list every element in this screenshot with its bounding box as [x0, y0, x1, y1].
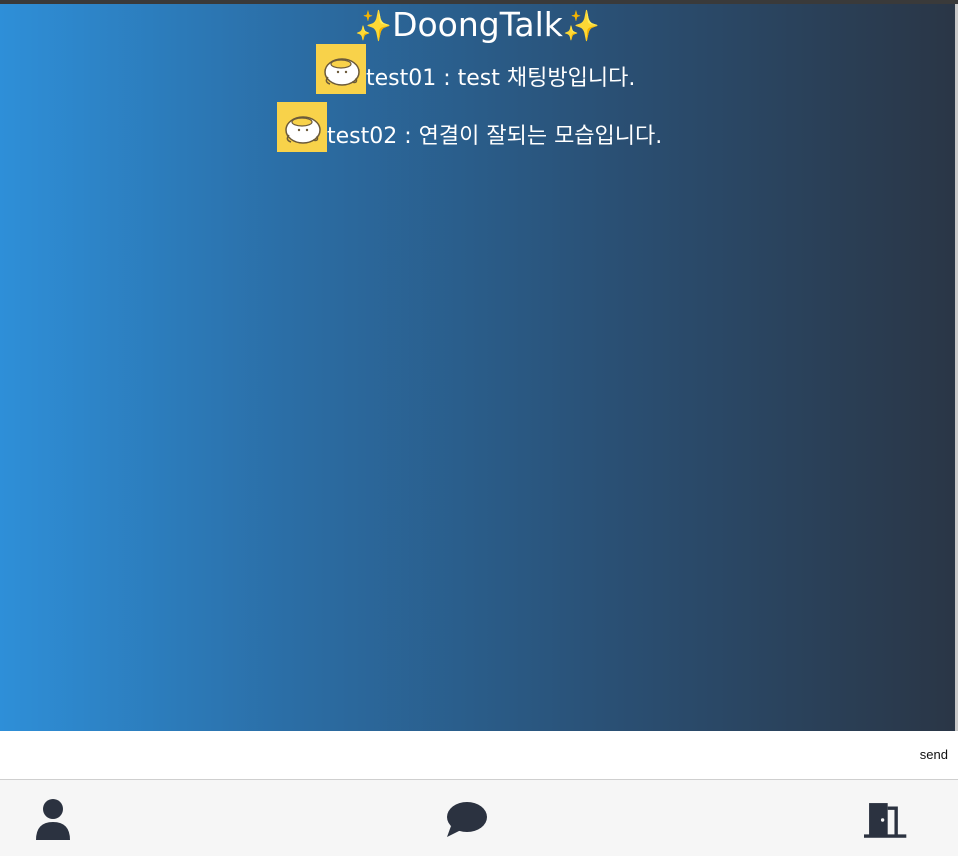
profile-nav-button[interactable] [31, 798, 75, 842]
character-avatar-icon [285, 116, 321, 144]
character-avatar-icon [324, 58, 360, 86]
message-input[interactable] [0, 731, 900, 779]
composer: send [0, 731, 958, 780]
chat-area: ✨DoongTalk✨ test01 : test 채팅방입니다. test02… [0, 4, 955, 731]
sparkle-icon: ✨ [562, 9, 601, 44]
chat-nav-button[interactable] [445, 798, 489, 842]
avatar [277, 102, 327, 152]
user-icon [36, 799, 70, 840]
app-window: ✨DoongTalk✨ test01 : test 채팅방입니다. test02… [0, 0, 958, 856]
bottom-nav [0, 780, 958, 856]
page-title: ✨DoongTalk✨ [0, 6, 955, 46]
chat-message: test02 : 연결이 잘되는 모습입니다. [277, 102, 662, 152]
door-exit-icon [864, 803, 907, 838]
exit-nav-button[interactable] [864, 798, 908, 842]
chat-bubble-icon [447, 802, 487, 837]
message-text: test02 : 연결이 잘되는 모습입니다. [327, 124, 663, 149]
app-title: DoongTalk [392, 5, 563, 44]
message-text: test01 : test 채팅방입니다. [366, 66, 636, 91]
sparkle-icon: ✨ [354, 9, 393, 44]
chat-message: test01 : test 채팅방입니다. [316, 44, 635, 94]
avatar [316, 44, 366, 94]
send-button[interactable]: send [913, 743, 954, 767]
